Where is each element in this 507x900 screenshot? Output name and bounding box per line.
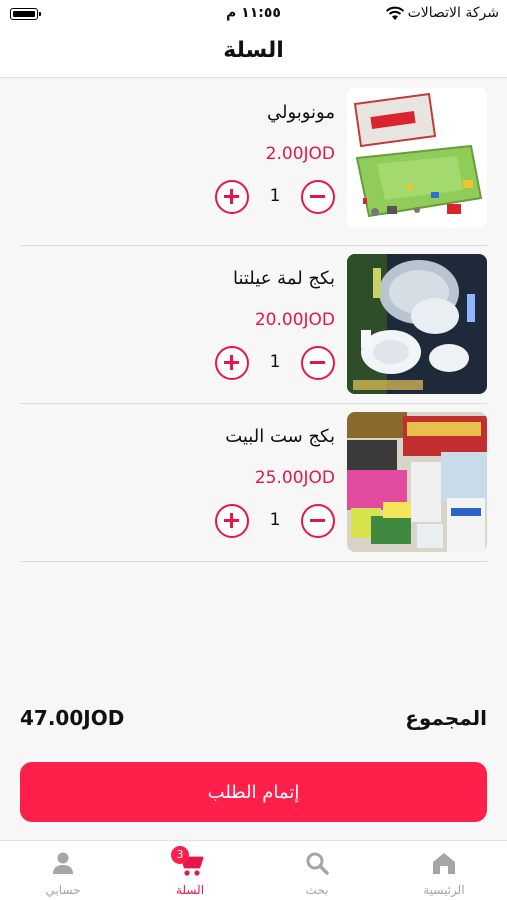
- increase-quantity-button[interactable]: [215, 180, 249, 214]
- item-name: بكج ست البيت: [225, 426, 335, 447]
- item-price: 25.00JOD: [254, 468, 335, 488]
- tab-account[interactable]: حسابي: [0, 841, 126, 900]
- total-value: 47.00JOD: [20, 706, 125, 730]
- quantity-stepper: 1: [215, 180, 335, 214]
- cart-list: مونوبولي 2.00JOD 1 بكج لمة عيلتنا 20.00J…: [20, 88, 487, 562]
- cart-item: بكج لمة عيلتنا 20.00JOD 1: [20, 246, 487, 404]
- decrease-quantity-button[interactable]: [301, 504, 335, 538]
- checkout-button[interactable]: إتمام الطلب: [20, 762, 487, 822]
- quantity-value: 1: [269, 186, 281, 206]
- tab-label: السلة: [175, 883, 205, 897]
- quantity-stepper: 1: [215, 504, 335, 538]
- item-name: مونوبولي: [266, 102, 335, 123]
- increase-quantity-button[interactable]: [215, 504, 249, 538]
- product-image-household[interactable]: [347, 412, 487, 552]
- tab-label: حسابي: [45, 883, 81, 897]
- decrease-quantity-button[interactable]: [301, 346, 335, 380]
- header: السلة: [0, 28, 507, 78]
- page-title: السلة: [223, 38, 284, 63]
- person-icon: [53, 852, 73, 874]
- wifi-icon: [385, 6, 405, 20]
- quantity-stepper: 1: [215, 346, 335, 380]
- item-price: 2.00JOD: [265, 144, 335, 164]
- tab-bar: الرئيسية بحث 3 السلة حسابي: [0, 840, 507, 900]
- tab-cart[interactable]: 3 السلة: [127, 841, 253, 900]
- tab-label: الرئيسية: [423, 883, 465, 897]
- increase-quantity-button[interactable]: [215, 346, 249, 380]
- cart-item: مونوبولي 2.00JOD 1: [20, 88, 487, 246]
- quantity-value: 1: [269, 510, 281, 530]
- tab-label: بحث: [305, 883, 329, 897]
- home-icon: [433, 853, 455, 874]
- product-image-monopoly[interactable]: [347, 88, 487, 228]
- quantity-value: 1: [269, 352, 281, 372]
- total-label: المجموع: [405, 706, 487, 730]
- cart-badge: 3: [171, 846, 189, 864]
- item-price: 20.00JOD: [254, 310, 335, 330]
- search-icon: [306, 852, 329, 875]
- carrier-name: شركة الاتصالات: [407, 5, 499, 21]
- product-image-plates[interactable]: [347, 254, 487, 394]
- tab-search[interactable]: بحث: [254, 841, 380, 900]
- tab-home[interactable]: الرئيسية: [381, 841, 507, 900]
- item-name: بكج لمة عيلتنا: [232, 268, 335, 289]
- cart-item: بكج ست البيت 25.00JOD 1: [20, 404, 487, 562]
- decrease-quantity-button[interactable]: [301, 180, 335, 214]
- status-bar: ١١:٥٥ م شركة الاتصالات: [0, 0, 507, 28]
